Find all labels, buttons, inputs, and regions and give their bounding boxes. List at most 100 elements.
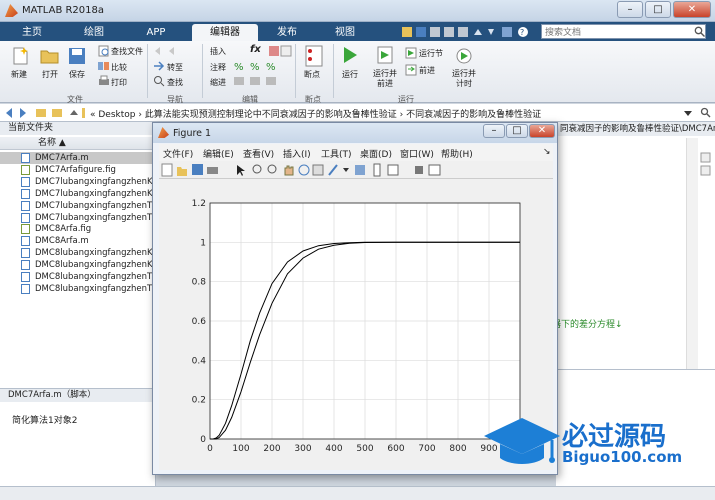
x-tick-label: 300: [294, 444, 311, 454]
menu-file[interactable]: 文件(F): [163, 147, 193, 160]
back-forward-icon[interactable]: [153, 45, 185, 57]
comment-icons[interactable]: %%%: [232, 60, 288, 72]
find-files-button[interactable]: 查找文件: [111, 46, 143, 57]
group-separator: [202, 44, 203, 98]
tab-home[interactable]: 主页: [8, 24, 56, 41]
run-advance-icon: [377, 46, 393, 64]
x-tick-label: 700: [418, 444, 435, 454]
y-tick-label: 0.2: [192, 396, 206, 406]
print-button[interactable]: 打印: [111, 77, 127, 88]
m-file-icon: [21, 200, 30, 211]
compare-button[interactable]: 比较: [111, 62, 127, 73]
group-separator: [147, 44, 148, 98]
m-file-icon: [21, 212, 30, 223]
run-section-button[interactable]: 运行节: [419, 48, 443, 59]
m-file-icon: [21, 153, 30, 163]
figure-toolbar: [159, 161, 553, 179]
y-tick-label: 0: [200, 435, 206, 445]
menu-help[interactable]: 帮助(H): [441, 147, 473, 160]
editor-scrollbar[interactable]: [686, 138, 698, 370]
nav-arrows-icon[interactable]: [4, 107, 86, 119]
tab-view[interactable]: 视图: [320, 24, 370, 41]
editor-code-area[interactable]: [556, 138, 686, 370]
quick-access-toolbar[interactable]: ?: [400, 25, 535, 39]
find-button[interactable]: 查找: [167, 77, 183, 88]
advance-button[interactable]: 前进: [419, 65, 435, 76]
indent-icons[interactable]: [232, 75, 288, 87]
run-advance-button[interactable]: 运行并 前进: [373, 69, 397, 89]
menu-edit[interactable]: 编辑(E): [203, 147, 234, 160]
run-icon: [344, 47, 357, 63]
open-button[interactable]: 打开: [42, 69, 58, 80]
editor-tab[interactable]: 同衰减因子的影响及鲁棒性验证\DMC7Arfa.m: [556, 122, 715, 136]
run-button[interactable]: 运行: [342, 69, 358, 80]
figure-toolbar-icons[interactable]: [161, 163, 451, 177]
breakpoints-icon: [305, 45, 323, 67]
editor-ribbon: 新建 打开 保存 查找文件 比较 打印 文件 转至 查找 导航 插入 fx 注释…: [0, 41, 715, 104]
run-time-button[interactable]: 运行并 计时: [452, 69, 476, 89]
window-title: MATLAB R2018a: [22, 5, 105, 16]
search-docs-input[interactable]: [541, 24, 706, 39]
minimize-button[interactable]: –: [617, 1, 643, 18]
indent-button[interactable]: 缩进: [210, 77, 226, 88]
menu-desktop[interactable]: 桌面(D): [360, 147, 392, 160]
panel-divider: [556, 369, 715, 370]
editor-comment-snippet: 器下的差分方程↓: [552, 320, 623, 330]
details-panel: DMC7Arfa.m（脚本） 简化算法1对象2: [0, 388, 156, 486]
find-icon: [154, 76, 165, 87]
svg-text:%: %: [266, 62, 276, 72]
figure-maximize-button[interactable]: □: [506, 124, 528, 138]
menu-tools[interactable]: 工具(T): [321, 147, 352, 160]
svg-text:?: ?: [520, 28, 524, 37]
new-icon: [13, 47, 28, 65]
figure-menu-bar: 文件(F) 编辑(E) 查看(V) 插入(I) 工具(T) 桌面(D) 窗口(W…: [159, 144, 553, 161]
path-search-icon[interactable]: [700, 107, 711, 118]
menu-window[interactable]: 窗口(W): [400, 147, 434, 160]
goto-button[interactable]: 转至: [167, 62, 183, 73]
title-bar: MATLAB R2018a – □ ✕: [0, 0, 715, 22]
tab-plots[interactable]: 绘图: [68, 24, 120, 41]
column-header-name[interactable]: 名称 ▲: [0, 137, 155, 150]
current-folder-panel: 当前文件夹 名称 ▲ DMC7Arfa.m DMC7Arfafigure.fig D…: [0, 122, 156, 388]
path-dropdown-icon[interactable]: [684, 109, 692, 117]
figure-close-button[interactable]: ✕: [529, 124, 555, 138]
new-button[interactable]: 新建: [11, 69, 27, 80]
comment-button[interactable]: 注释: [210, 62, 226, 73]
fig-file-icon: [21, 224, 30, 235]
maximize-button[interactable]: □: [645, 1, 671, 18]
save-button[interactable]: 保存: [69, 69, 85, 80]
x-tick-label: 500: [356, 444, 373, 454]
m-file-icon: [21, 283, 30, 294]
advance-icon: [405, 64, 417, 76]
search-icon[interactable]: [694, 26, 705, 37]
details-header: DMC7Arfa.m（脚本）: [0, 389, 155, 402]
breakpoints-button[interactable]: 断点: [304, 69, 320, 80]
run-time-icon: [456, 48, 472, 64]
current-folder-title: 当前文件夹: [0, 122, 155, 135]
menu-insert[interactable]: 插入(I): [283, 147, 311, 160]
x-tick-label: 200: [263, 444, 280, 454]
current-path[interactable]: « Desktop › 此算法能实现预测控制理论中不同衰减因子的影响及鲁棒性验证…: [90, 107, 541, 120]
edit-extra-icons[interactable]: [268, 45, 292, 57]
m-file-icon: [21, 248, 30, 259]
tab-publish[interactable]: 发布: [262, 24, 312, 41]
graduation-cap-logo-icon: [484, 418, 560, 464]
x-tick-label: 600: [387, 444, 404, 454]
x-tick-label: 800: [449, 444, 466, 454]
menu-dock-arrow[interactable]: ↘: [543, 147, 551, 157]
tab-editor[interactable]: 编辑器: [192, 24, 258, 41]
menu-view[interactable]: 查看(V): [243, 147, 274, 160]
matlab-logo-icon: [5, 4, 18, 17]
figure-minimize-button[interactable]: –: [483, 124, 505, 138]
tab-apps[interactable]: APP: [130, 24, 182, 41]
save-icon: [69, 48, 85, 64]
figure-title-bar[interactable]: Figure 1 – □ ✕: [153, 123, 557, 143]
insert-button[interactable]: 插入: [210, 46, 226, 57]
y-tick-label: 0.4: [192, 356, 207, 366]
m-file-icon: [21, 176, 30, 187]
editor-toolbar-icons[interactable]: [700, 152, 712, 192]
fx-button[interactable]: fx: [250, 44, 261, 55]
close-button[interactable]: ✕: [673, 1, 711, 18]
address-bar[interactable]: « Desktop › 此算法能实现预测控制理论中不同衰减因子的影响及鲁棒性验证…: [0, 104, 715, 122]
y-tick-label: 0.6: [192, 317, 207, 327]
